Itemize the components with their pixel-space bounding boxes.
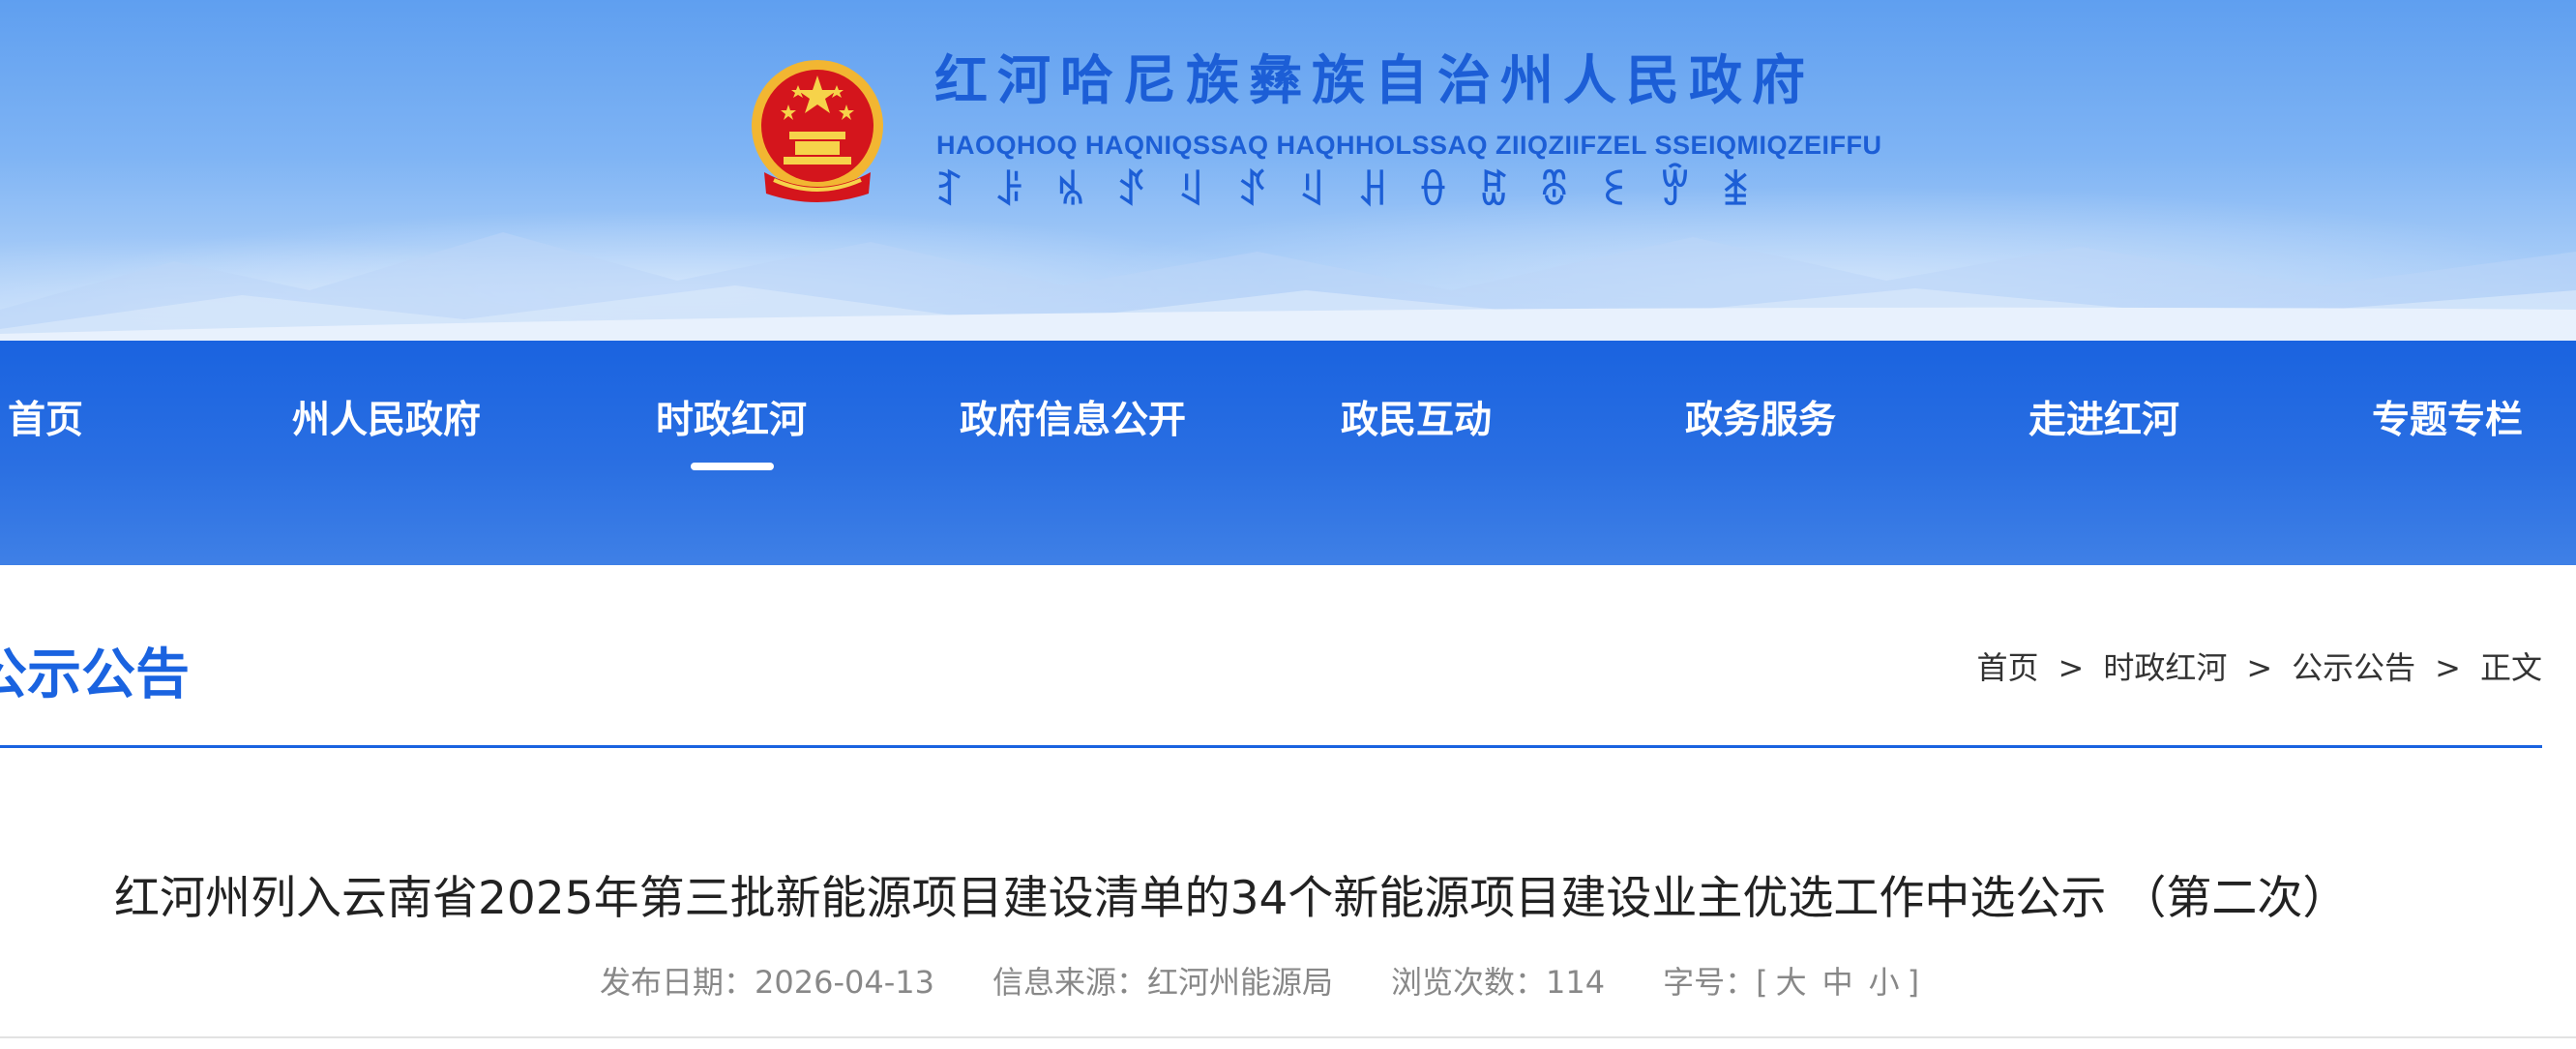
info-source: 信息来源： 红河州能源局 [992, 958, 1333, 1006]
article-title: 红河州列入云南省2025年第三批新能源项目建设清单的34个新能源项目建设业主优选… [114, 872, 2349, 925]
breadcrumb-current-affairs[interactable]: 时政红河 [2103, 646, 2227, 689]
site-subtitle: HAOQHOQ HAQNIQSSAQ HAQHHOLSSAQ ZIIQZIIFZ… [936, 131, 1882, 160]
font-size-bracket-close: ] [1907, 964, 1920, 1001]
header-banner: 红河哈尼族彝族自治州人民政府 HAOQHOQ HAQNIQSSAQ HAQHHO… [0, 0, 2576, 348]
nav-item-current-affairs[interactable]: 时政红河 [656, 389, 807, 453]
info-source-value: 红河州能源局 [1147, 964, 1334, 1001]
yi-glyph: ꏭ [1660, 169, 1691, 214]
yi-glyph: ꃅ [1357, 169, 1388, 214]
view-count: 浏览次数： 114 [1391, 958, 1605, 1006]
nav-item-about-honghe[interactable]: 走进红河 [2028, 389, 2179, 453]
yi-script-title: ꆈ ꌠ ꁱ ꀋ ꆹ ꀋ ꆹ ꃅ ꂷ ꐺ ꁨ ꏂ ꏭ ꁧ [934, 166, 1751, 217]
yi-glyph: ꆹ [1176, 169, 1207, 214]
font-size-large-button[interactable]: 大 [1776, 958, 1807, 1006]
yi-glyph: ꁨ [1539, 169, 1570, 214]
section-title: 公示公告 [0, 644, 190, 706]
yi-glyph: ꂷ [1418, 169, 1449, 214]
meta-divider [0, 1036, 2576, 1038]
mountain-background [0, 232, 2576, 348]
yi-glyph: ꌠ [994, 169, 1025, 214]
breadcrumb-separator: > [2058, 649, 2085, 686]
yi-glyph: ꀋ [1236, 169, 1267, 214]
yi-glyph: ꁱ [1055, 169, 1086, 214]
section-divider [0, 745, 2542, 748]
site-title: 红河哈尼族彝族自治州人民政府 [934, 49, 1816, 111]
yi-glyph: ꀋ [1115, 169, 1146, 214]
font-size-bracket-open: [ [1756, 964, 1768, 1001]
font-size-small-button[interactable]: 小 [1869, 958, 1900, 1006]
publish-date-value: 2026-04-13 [755, 964, 934, 1001]
nav-item-government-information[interactable]: 政府信息公开 [960, 389, 1186, 453]
main-nav: 首页 州人民政府 时政红河 政府信息公开 政民互动 政务服务 走进红河 专题专栏 [0, 341, 2576, 565]
breadcrumb-separator: > [2246, 649, 2273, 686]
breadcrumb-announcements[interactable]: 公示公告 [2292, 646, 2415, 689]
breadcrumb-current-page: 正文 [2479, 649, 2542, 686]
view-count-value: 114 [1546, 964, 1606, 1001]
breadcrumb: 首页 > 时政红河 > 公示公告 > 正文 [1977, 646, 2543, 689]
publish-date: 发布日期： 2026-04-13 [600, 958, 934, 1006]
nav-item-government-services[interactable]: 政务服务 [1685, 389, 1836, 453]
yi-glyph: ꆹ [1297, 169, 1328, 214]
nav-item-prefecture-government[interactable]: 州人民政府 [292, 389, 481, 453]
nav-item-special-topics[interactable]: 专题专栏 [2372, 389, 2523, 453]
view-count-label: 浏览次数： [1391, 964, 1547, 1001]
info-source-label: 信息来源： [992, 964, 1147, 1001]
publish-date-label: 发布日期： [600, 964, 755, 1001]
yi-glyph: ꐺ [1478, 169, 1509, 214]
active-nav-indicator [691, 463, 774, 470]
yi-glyph: ꁧ [1720, 169, 1751, 214]
yi-glyph: ꏂ [1599, 169, 1630, 214]
national-emblem-icon [752, 60, 883, 202]
font-size-medium-button[interactable]: 中 [1822, 958, 1853, 1006]
breadcrumb-home[interactable]: 首页 [1977, 646, 2039, 689]
yi-glyph: ꆈ [934, 169, 965, 214]
font-size-label: 字号： [1663, 964, 1757, 1001]
breadcrumb-separator: > [2435, 649, 2461, 686]
nav-item-government-citizen-interaction[interactable]: 政民互动 [1341, 389, 1492, 453]
article-meta: 发布日期： 2026-04-13 信息来源： 红河州能源局 浏览次数： 114 … [600, 958, 1919, 1006]
font-size-control: 字号： [ 大 中 小 ] [1663, 958, 1919, 1006]
nav-item-home[interactable]: 首页 [8, 389, 83, 453]
